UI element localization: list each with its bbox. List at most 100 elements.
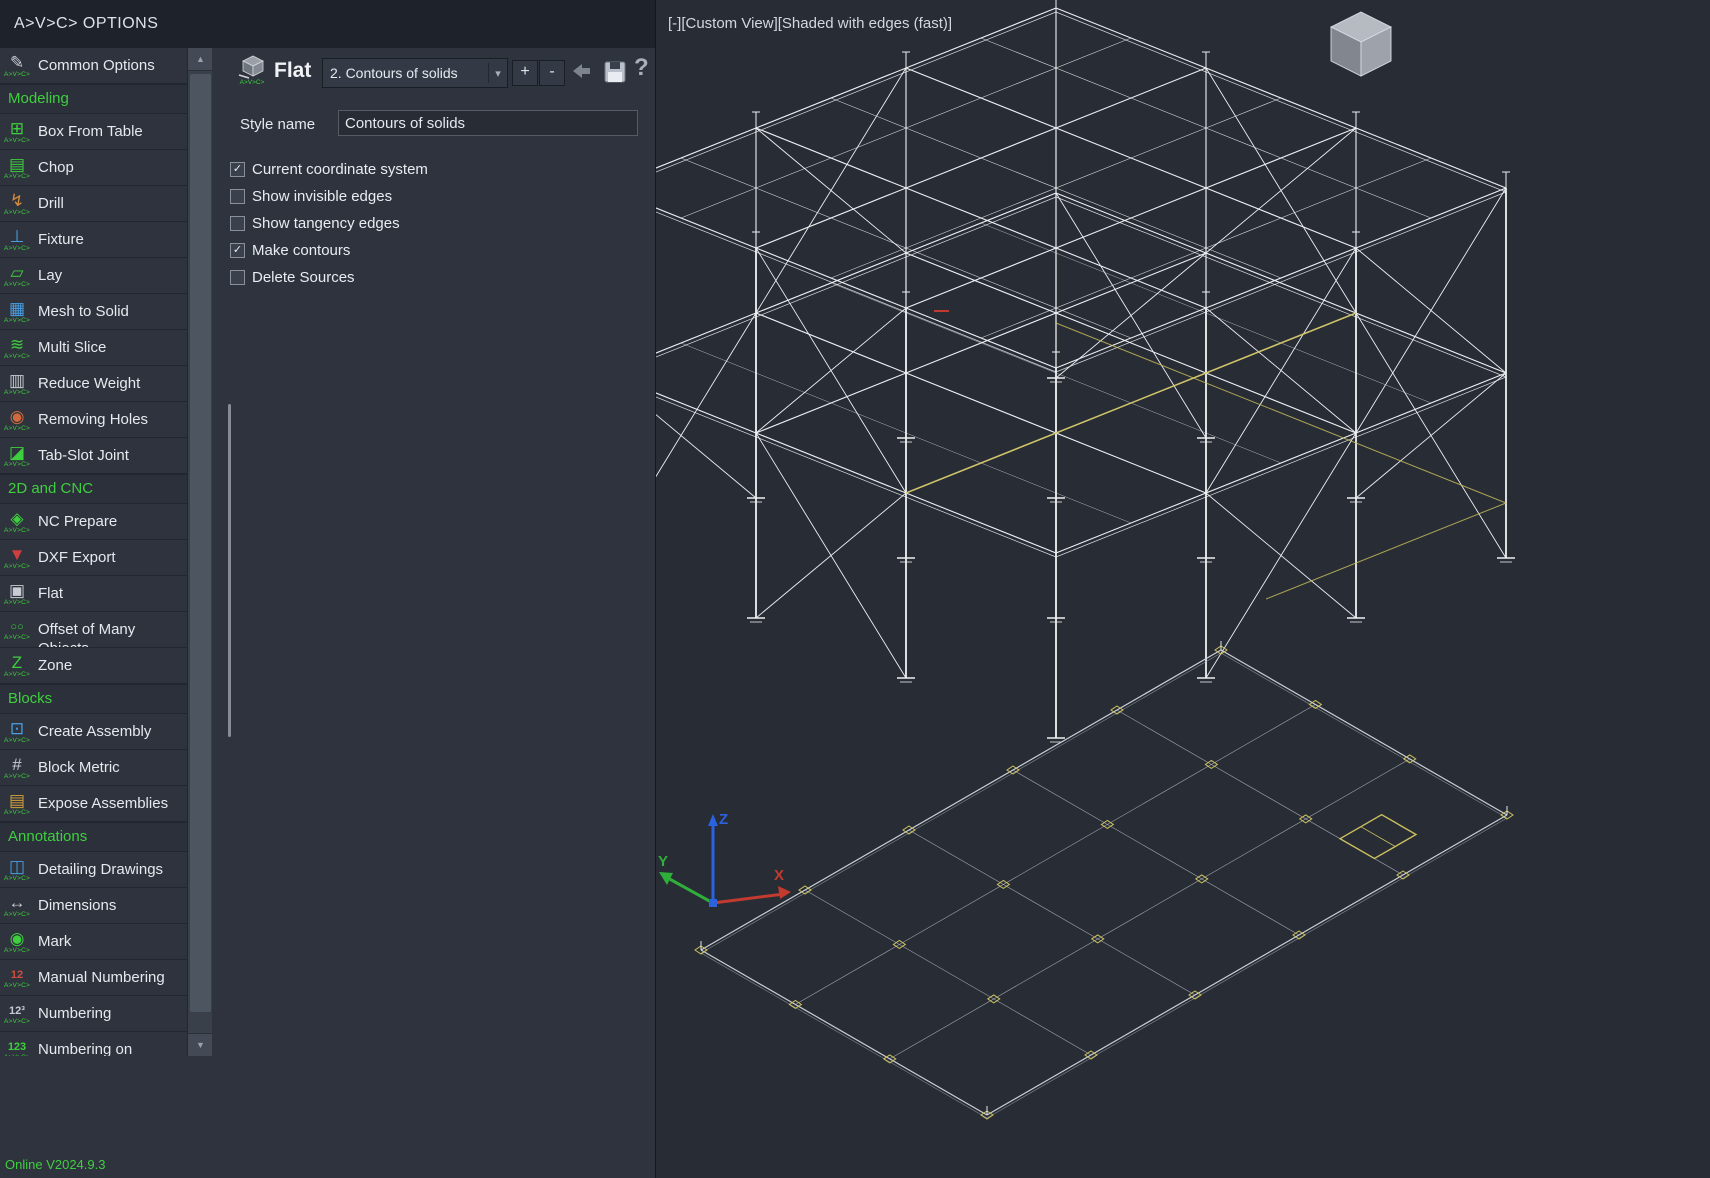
sidebar-section-annotations: Annotations <box>0 822 187 852</box>
checkbox-show-tangency-edges[interactable]: Show tangency edges <box>212 210 655 237</box>
checkbox-show-invisible-edges[interactable]: Show invisible edges <box>212 183 655 210</box>
removing-holes-icon: ◉ A>V>C> <box>4 407 30 432</box>
sidebar-item-block-metric[interactable]: # A>V>C> Block Metric <box>0 750 187 786</box>
sidebar-item-label: NC Prepare <box>38 513 118 530</box>
flat-command-icon-caption: A>V>C> <box>239 79 265 86</box>
sidebar-item-label: Common Options <box>38 57 155 74</box>
sidebar-item-box-from-table[interactable]: ⊞ A>V>C> Box From Table <box>0 114 187 150</box>
sidebar-item-common-options[interactable]: ✎ A>V>C> Common Options <box>0 48 187 84</box>
multi-slice-icon: ≋ A>V>C> <box>4 335 30 360</box>
sidebar-item-label: Expose Assemblies <box>38 795 169 812</box>
checkbox-label: Delete Sources <box>252 269 355 286</box>
style-select-dropdown[interactable]: 2. Contours of solids ▾ <box>322 58 508 88</box>
sidebar-item-create-assembly[interactable]: ⊡ A>V>C> Create Assembly <box>0 714 187 750</box>
sidebar-item-label: Tab-Slot Joint <box>38 447 129 464</box>
viewport[interactable]: [-][Custom View][Shaded with edges (fast… <box>655 0 1710 1178</box>
sidebar-item-mesh-to-solid[interactable]: ▦ A>V>C> Mesh to Solid <box>0 294 187 330</box>
sidebar-item-dxf-export[interactable]: ▼ A>V>C> DXF Export <box>0 540 187 576</box>
sidebar-item-zone[interactable]: Z A>V>C> Zone <box>0 648 187 684</box>
sidebar-item-label: Multi Slice <box>38 339 107 356</box>
numbering-icon: 12³ A>V>C> <box>4 1005 30 1025</box>
checkbox-label: Show invisible edges <box>252 188 393 205</box>
box-from-table-icon: ⊞ A>V>C> <box>4 119 30 144</box>
mark-icon: ◉ A>V>C> <box>4 929 30 954</box>
application-window: A>V>C> OPTIONS ✎ A>V>C> Common Options Mode… <box>0 0 1710 1178</box>
status-version-text: Online V2024.9.3 <box>5 1157 106 1172</box>
sidebar-item-label: Numbering <box>38 1005 112 1022</box>
sidebar-item-label: DXF Export <box>38 549 116 566</box>
sidebar-item-label: Detailing Drawings <box>38 861 164 878</box>
drill-icon: ↯ A>V>C> <box>4 191 30 216</box>
scrollbar-up-icon[interactable]: ▲ <box>188 48 213 71</box>
zone-icon: Z A>V>C> <box>4 653 30 678</box>
svg-text:X: X <box>774 867 784 884</box>
command-options-panel: A>V>C> Flat 2. Contours of solids ▾ + - <box>212 48 655 1178</box>
checkbox-delete-sources[interactable]: Delete Sources <box>212 264 655 291</box>
scrollbar-down-icon[interactable]: ▼ <box>188 1033 213 1056</box>
remove-style-button[interactable]: - <box>539 60 565 86</box>
sidebar-scrollbar[interactable]: ▲ ▼ <box>187 48 214 1056</box>
svg-text:Y: Y <box>658 853 668 870</box>
svg-text:Z: Z <box>719 811 728 828</box>
sidebar-item-tab-slot-joint[interactable]: ◪ A>V>C> Tab-Slot Joint <box>0 438 187 474</box>
checkbox-current-coordinate-system[interactable]: ✓ Current coordinate system <box>212 156 655 183</box>
sidebar-item-nc-prepare[interactable]: ◈ A>V>C> NC Prepare <box>0 504 187 540</box>
sidebar-item-manual-numbering[interactable]: 12 A>V>C> Manual Numbering <box>0 960 187 996</box>
sidebar-item-numbering[interactable]: 12³ A>V>C> Numbering <box>0 996 187 1032</box>
create-assembly-icon: ⊡ A>V>C> <box>4 719 30 744</box>
sidebar-item-label: Lay <box>38 267 63 284</box>
style-name-input[interactable] <box>338 110 638 136</box>
chevron-down-icon: ▾ <box>495 67 501 80</box>
add-style-button[interactable]: + <box>512 60 538 86</box>
sidebar-item-expose-assemblies[interactable]: ▤ A>V>C> Expose Assemblies <box>0 786 187 822</box>
sidebar-item-dimensions[interactable]: ↔ A>V>C> Dimensions <box>0 888 187 924</box>
sidebar-item-multi-slice[interactable]: ≋ A>V>C> Multi Slice <box>0 330 187 366</box>
command-title: Flat <box>274 59 312 82</box>
sidebar-item-detailing-drawings[interactable]: ◫ A>V>C> Detailing Drawings <box>0 852 187 888</box>
block-metric-icon: # A>V>C> <box>4 755 30 780</box>
checkbox-make-contours[interactable]: ✓ Make contours <box>212 237 655 264</box>
lay-icon: ▱ A>V>C> <box>4 263 30 288</box>
sidebar-item-label: Reduce Weight <box>38 375 141 392</box>
sidebar-section-blocks: Blocks <box>0 684 187 714</box>
sidebar-item-label: Offset of Many Objects <box>38 621 136 647</box>
save-button[interactable] <box>602 59 628 85</box>
style-name-row: Style name <box>212 110 655 140</box>
sidebar-item-label: Mesh to Solid <box>38 303 129 320</box>
dxf-export-icon: ▼ A>V>C> <box>4 545 30 570</box>
sidebar-item-numbering-on[interactable]: 123A>V>C> Numbering on <box>0 1032 187 1056</box>
sidebar-item-label: Block Metric <box>38 759 120 776</box>
sidebar-item-reduce-weight[interactable]: ▥ A>V>C> Reduce Weight <box>0 366 187 402</box>
sidebar-item-chop[interactable]: ▤ A>V>C> Chop <box>0 150 187 186</box>
sidebar-item-drill[interactable]: ↯ A>V>C> Drill <box>0 186 187 222</box>
fixture-icon: ⊥ A>V>C> <box>4 227 30 252</box>
viewport-view-controls[interactable]: [-][Custom View][Shaded with edges (fast… <box>668 15 952 32</box>
sidebar-item-lay[interactable]: ▱ A>V>C> Lay <box>0 258 187 294</box>
sidebar-item-label: Dimensions <box>38 897 117 914</box>
panel-scrollbar[interactable] <box>228 404 231 737</box>
sidebar-item-label: Flat <box>38 585 64 602</box>
checkbox-checked-icon: ✓ <box>230 243 245 258</box>
checkbox-unchecked-icon <box>230 270 245 285</box>
sidebar-item-removing-holes[interactable]: ◉ A>V>C> Removing Holes <box>0 402 187 438</box>
options-panel-title: A>V>C> OPTIONS <box>14 15 159 32</box>
flat-command-icon: A>V>C> <box>234 53 270 95</box>
sidebar-item-label: Zone <box>38 657 73 674</box>
sidebar-item-fixture[interactable]: ⊥ A>V>C> Fixture <box>0 222 187 258</box>
sidebar-section-modeling: Modeling <box>0 84 187 114</box>
sidebar-item-flat[interactable]: ▣ A>V>C> Flat <box>0 576 187 612</box>
scrollbar-thumb[interactable] <box>190 74 211 1012</box>
checkbox-checked-icon: ✓ <box>230 162 245 177</box>
expose-assemblies-icon: ▤ A>V>C> <box>4 791 30 816</box>
checkbox-unchecked-icon <box>230 216 245 231</box>
undo-button[interactable] <box>570 59 596 85</box>
checkbox-unchecked-icon <box>230 189 245 204</box>
mesh-to-solid-icon: ▦ A>V>C> <box>4 299 30 324</box>
checkbox-label: Current coordinate system <box>252 161 428 178</box>
help-button[interactable]: ? <box>634 54 649 82</box>
sidebar-item-label: Box From Table <box>38 123 143 140</box>
sidebar-item-mark[interactable]: ◉ A>V>C> Mark <box>0 924 187 960</box>
sidebar-item-label: Fixture <box>38 231 84 248</box>
nc-prepare-icon: ◈ A>V>C> <box>4 509 30 534</box>
sidebar-item-offset-of-many-objects[interactable]: ○○A>V>C> Offset of Many Objects <box>0 612 187 648</box>
